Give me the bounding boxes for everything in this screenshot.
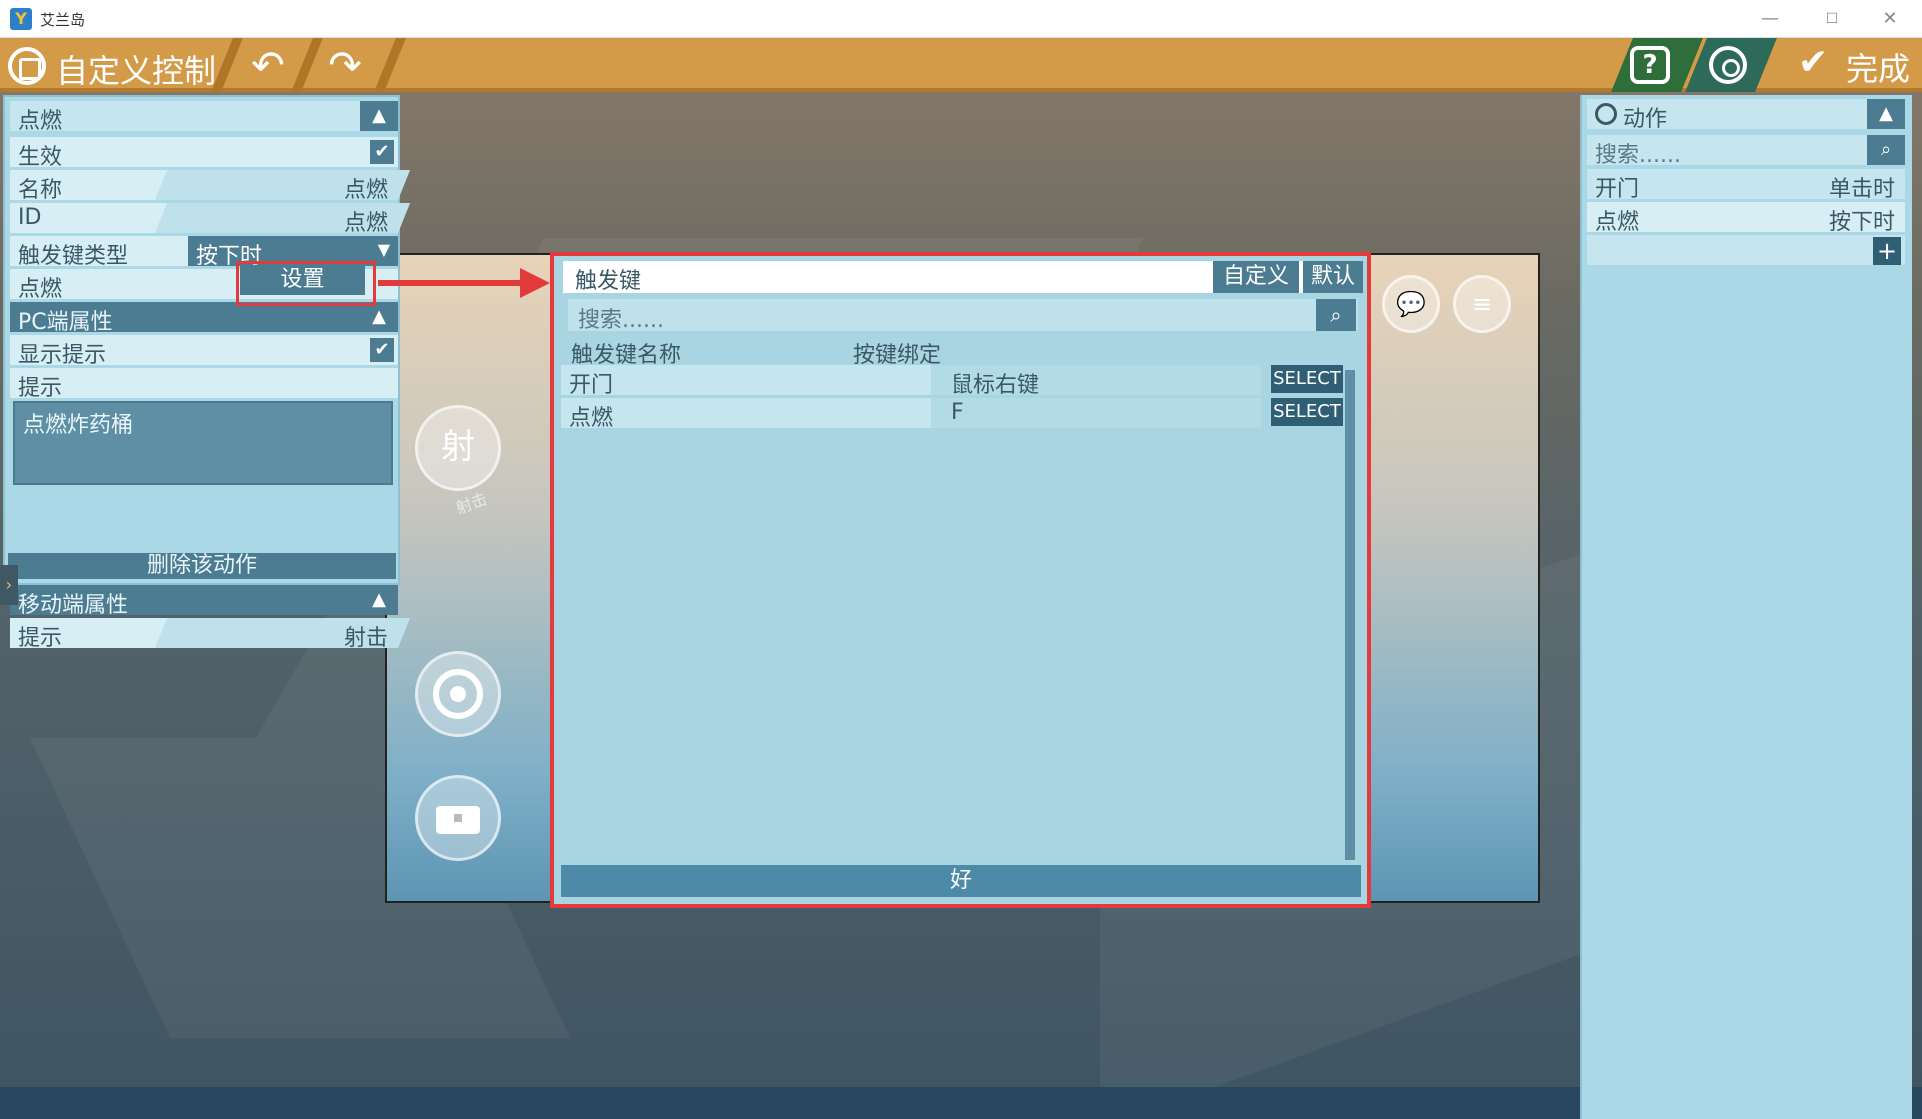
dialog-highlight-frame [550, 252, 1371, 908]
trigger-type-label: 触发键类型 [18, 244, 129, 269]
set-button-highlight [236, 261, 376, 306]
minimize-button[interactable]: — [1750, 4, 1790, 34]
action-properties-panel: 点燃 ▲ 生效 ✔ 名称 点燃 ID 点燃 触发键类型 按下时 ▼ 点燃 PC端… [3, 95, 411, 651]
panel-collapse-tab[interactable]: › [0, 565, 18, 605]
id-row[interactable]: ID 点燃 [10, 203, 411, 236]
annotation-arrow-head [520, 268, 550, 298]
list-item[interactable]: 开门 单击时 [1587, 169, 1905, 202]
window-title: 艾兰岛 [40, 11, 86, 29]
collapse-icon[interactable]: ▲ [360, 302, 398, 332]
show-hint-checkbox[interactable]: ✔ [370, 338, 394, 362]
mobile-properties-header: 移动端属性 ▲ [10, 585, 398, 618]
hint-label: 提示 [18, 376, 63, 401]
menu-button[interactable]: ≡ [1453, 275, 1511, 333]
panel-header-title: 点燃 [18, 109, 63, 134]
list-item[interactable]: 点燃 按下时 [1587, 202, 1905, 235]
mobile-header-title: 移动端属性 [18, 593, 129, 618]
name-row[interactable]: 名称 点燃 [10, 170, 411, 203]
maximize-button[interactable]: ☐ [1812, 4, 1852, 34]
pc-header-title: PC端属性 [18, 310, 113, 335]
mobile-hint-label: 提示 [18, 626, 63, 651]
actions-header: 动作 ▲ [1587, 99, 1905, 132]
close-button[interactable]: ✕ [1870, 4, 1910, 34]
action-name: 点燃 [1595, 210, 1640, 235]
panel-header: 点燃 ▲ [10, 101, 398, 134]
actions-search-input[interactable]: 搜索...... ⌕ [1587, 135, 1905, 168]
shoot-button[interactable]: 射 [415, 405, 501, 491]
chest-icon [436, 806, 480, 834]
mobile-hint-row[interactable]: 提示 射击 [10, 618, 411, 651]
action-name: 开门 [1595, 177, 1640, 202]
id-field[interactable]: 点燃 [344, 205, 388, 237]
chevron-down-icon: ▼ [377, 240, 390, 259]
hint-row: 提示 [10, 368, 398, 401]
skill-wheel-button[interactable] [415, 651, 501, 737]
touch-mode-icon[interactable] [1709, 46, 1747, 84]
pc-properties-header: PC端属性 ▲ [10, 302, 398, 335]
mobile-hint-field[interactable]: 射击 [344, 620, 388, 652]
actions-panel: 动作 ▲ 搜索...... ⌕ 开门 单击时 点燃 按下时 + [1580, 95, 1912, 1119]
add-action-row: + [1587, 235, 1905, 265]
name-label: 名称 [18, 178, 63, 203]
effective-label: 生效 [18, 145, 63, 170]
done-check-icon[interactable]: ✔ [1798, 42, 1828, 83]
id-label: ID [18, 205, 42, 230]
app-logo-icon: Y [10, 8, 32, 30]
actions-search-placeholder: 搜索...... [1595, 143, 1681, 168]
add-icon[interactable]: + [1873, 237, 1901, 265]
actions-header-title: 动作 [1623, 107, 1668, 132]
redo-button[interactable]: ↷ [315, 44, 375, 88]
show-hint-row: 显示提示 ✔ [10, 335, 398, 368]
name-field[interactable]: 点燃 [344, 172, 388, 204]
effective-row: 生效 ✔ [10, 137, 398, 170]
search-icon[interactable]: ⌕ [1867, 135, 1905, 165]
trigger-key-label: 点燃 [18, 277, 63, 302]
actions-logo-icon [1595, 103, 1617, 125]
annotation-arrow-line [378, 280, 528, 286]
wheel-icon [433, 669, 483, 719]
chat-button[interactable]: 💬 [1382, 275, 1440, 333]
show-hint-label: 显示提示 [18, 343, 107, 368]
toolbar-title: 自定义控制 [56, 52, 217, 90]
collapse-icon[interactable]: ▲ [1867, 99, 1905, 129]
collapse-icon[interactable]: ▲ [360, 101, 398, 131]
collapse-icon[interactable]: ▲ [360, 585, 398, 615]
delete-action-button[interactable]: 删除该动作 [8, 553, 396, 579]
help-icon[interactable]: ? [1630, 46, 1670, 84]
custom-control-logo-icon [8, 47, 46, 85]
action-trigger: 单击时 [1828, 177, 1895, 202]
hint-textarea[interactable]: 点燃炸药桶 [13, 401, 393, 485]
undo-button[interactable]: ↶ [238, 44, 298, 88]
window-titlebar: Y 艾兰岛 — ☐ ✕ [0, 0, 1922, 38]
done-button[interactable]: 完成 [1846, 44, 1910, 90]
hint-text: 点燃炸药桶 [23, 413, 134, 438]
effective-checkbox[interactable]: ✔ [370, 140, 394, 164]
action-trigger: 按下时 [1828, 210, 1895, 235]
inventory-button[interactable] [415, 775, 501, 861]
